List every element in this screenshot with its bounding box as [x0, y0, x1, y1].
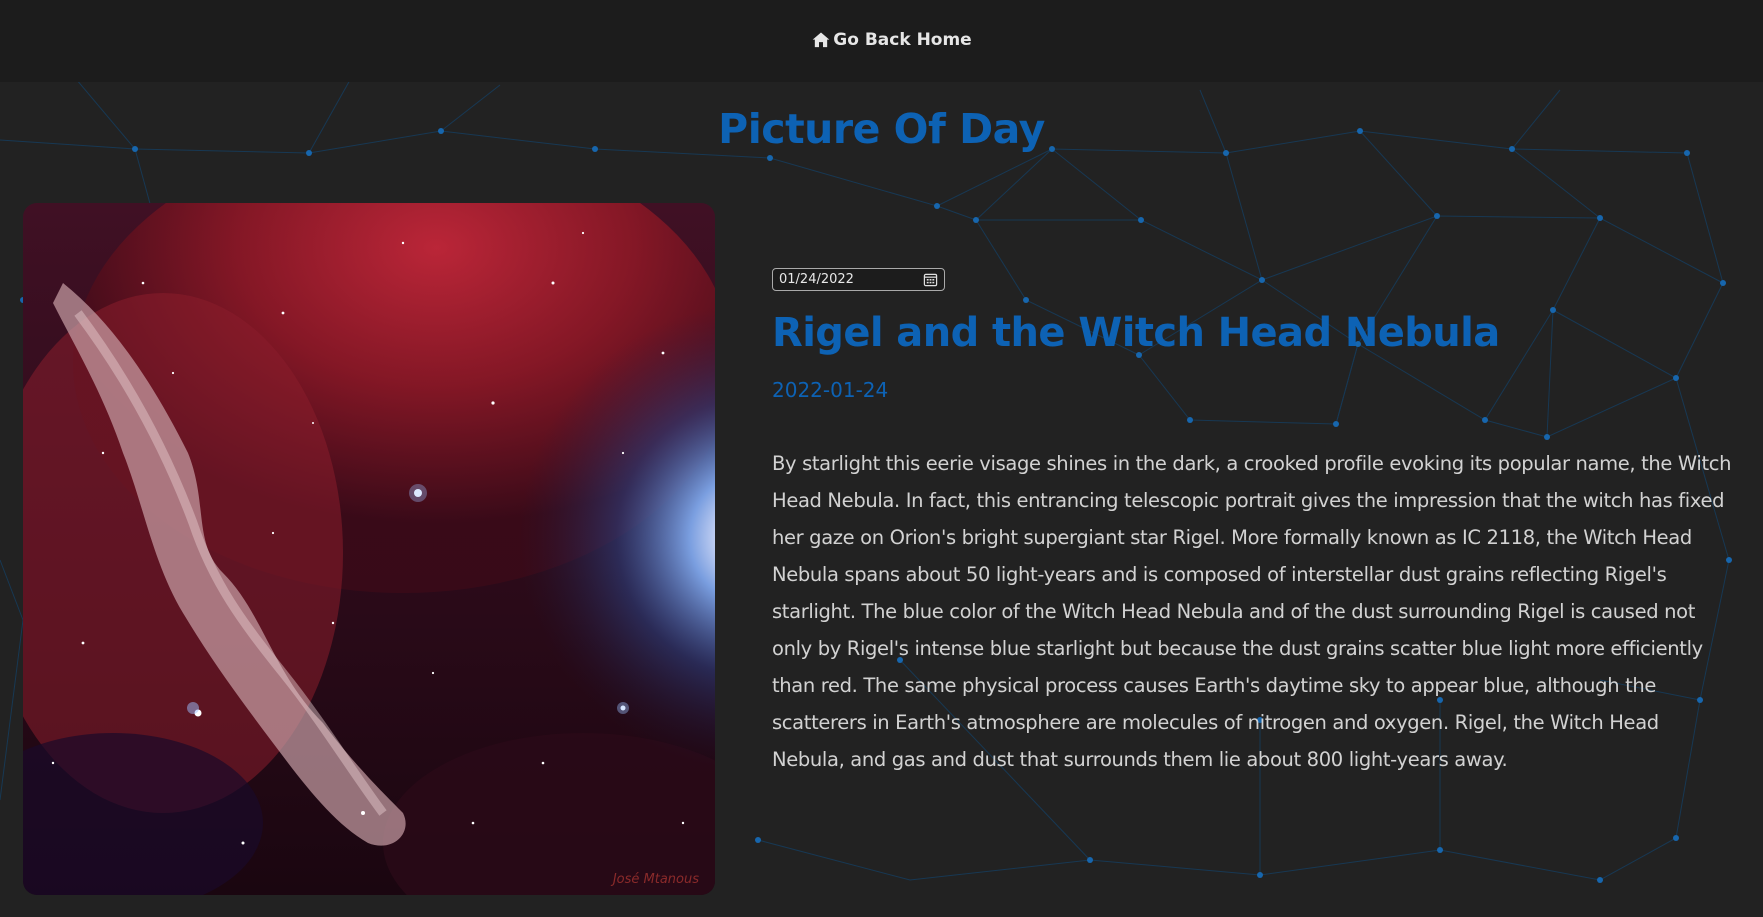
date-picker-value: 01/24/2022 [779, 272, 854, 287]
home-icon [812, 32, 830, 48]
nebula-image [23, 203, 715, 895]
top-nav-bar: Go Back Home [0, 0, 1763, 82]
calendar-icon[interactable] [923, 272, 938, 287]
go-back-home-link[interactable]: Go Back Home [811, 30, 972, 50]
apod-explanation: By starlight this eerie visage shines in… [772, 452, 1732, 771]
image-credit: José Mtanous [612, 872, 699, 887]
home-link-label: Go Back Home [833, 30, 972, 50]
apod-image: José Mtanous [23, 203, 715, 895]
date-picker-input[interactable]: 01/24/2022 [772, 268, 945, 291]
apod-date: 2022-01-24 [772, 378, 889, 402]
apod-title: Rigel and the Witch Head Nebula [772, 310, 1500, 356]
page-title: Picture Of Day [718, 105, 1045, 153]
